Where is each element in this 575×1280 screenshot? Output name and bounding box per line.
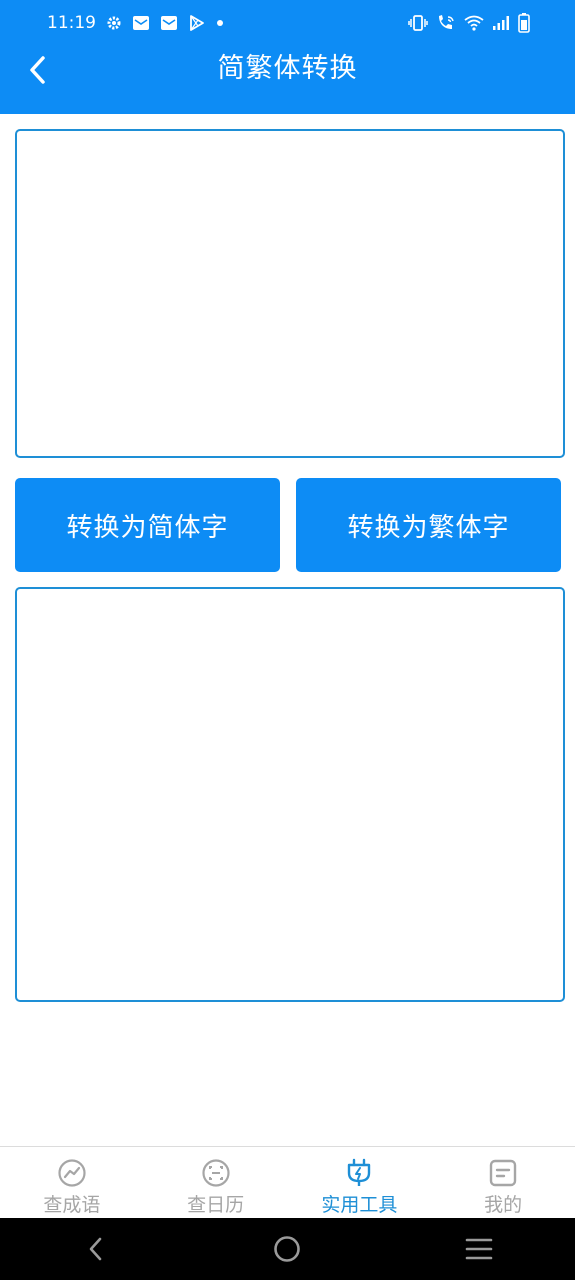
bottom-nav: 查成语 查日历 实用工具 我的 [0,1146,575,1219]
menu-icon [465,1238,493,1260]
system-back-button[interactable] [66,1219,126,1279]
play-store-icon [188,14,206,32]
nav-item-tools[interactable]: 实用工具 [288,1147,432,1219]
mail-icon [160,14,178,32]
convert-to-simplified-button[interactable]: 转换为简体字 [15,478,280,572]
system-nav-bar [0,1218,575,1280]
page-title: 简繁体转换 [217,53,358,84]
wifi-icon [464,15,484,31]
mail-icon [132,14,150,32]
plug-bolt-icon [348,1158,371,1186]
app-header: 简繁体转换 [0,46,575,114]
nav-label-idioms: 查成语 [43,1194,101,1216]
gear-icon [106,15,122,31]
back-icon [89,1237,102,1261]
home-icon [274,1236,301,1262]
nav-item-idioms[interactable]: 查成语 [0,1147,144,1219]
status-right [408,13,530,33]
nav-label-calendar: 查日历 [187,1194,245,1216]
battery-icon [518,13,530,33]
face-scan-icon [202,1159,230,1187]
nav-item-calendar[interactable]: 查日历 [144,1147,288,1219]
status-left: 11:19 [47,13,224,33]
vibrate-icon [408,15,428,31]
nav-label-tools: 实用工具 [321,1194,398,1216]
document-icon [489,1159,517,1187]
input-textarea[interactable] [15,129,565,458]
system-recents-button[interactable] [449,1219,509,1279]
status-time: 11:19 [47,13,96,33]
status-bar: 11:19 [0,0,575,46]
nav-item-mine[interactable]: 我的 [431,1147,575,1219]
wifi-call-icon [436,14,456,32]
convert-to-traditional-button[interactable]: 转换为繁体字 [296,478,561,572]
chart-circle-icon [58,1159,86,1187]
system-home-button[interactable] [257,1219,317,1279]
nav-label-mine: 我的 [484,1194,523,1216]
output-textarea[interactable] [15,587,565,1002]
dot-icon [216,19,224,27]
signal-icon [492,15,510,31]
